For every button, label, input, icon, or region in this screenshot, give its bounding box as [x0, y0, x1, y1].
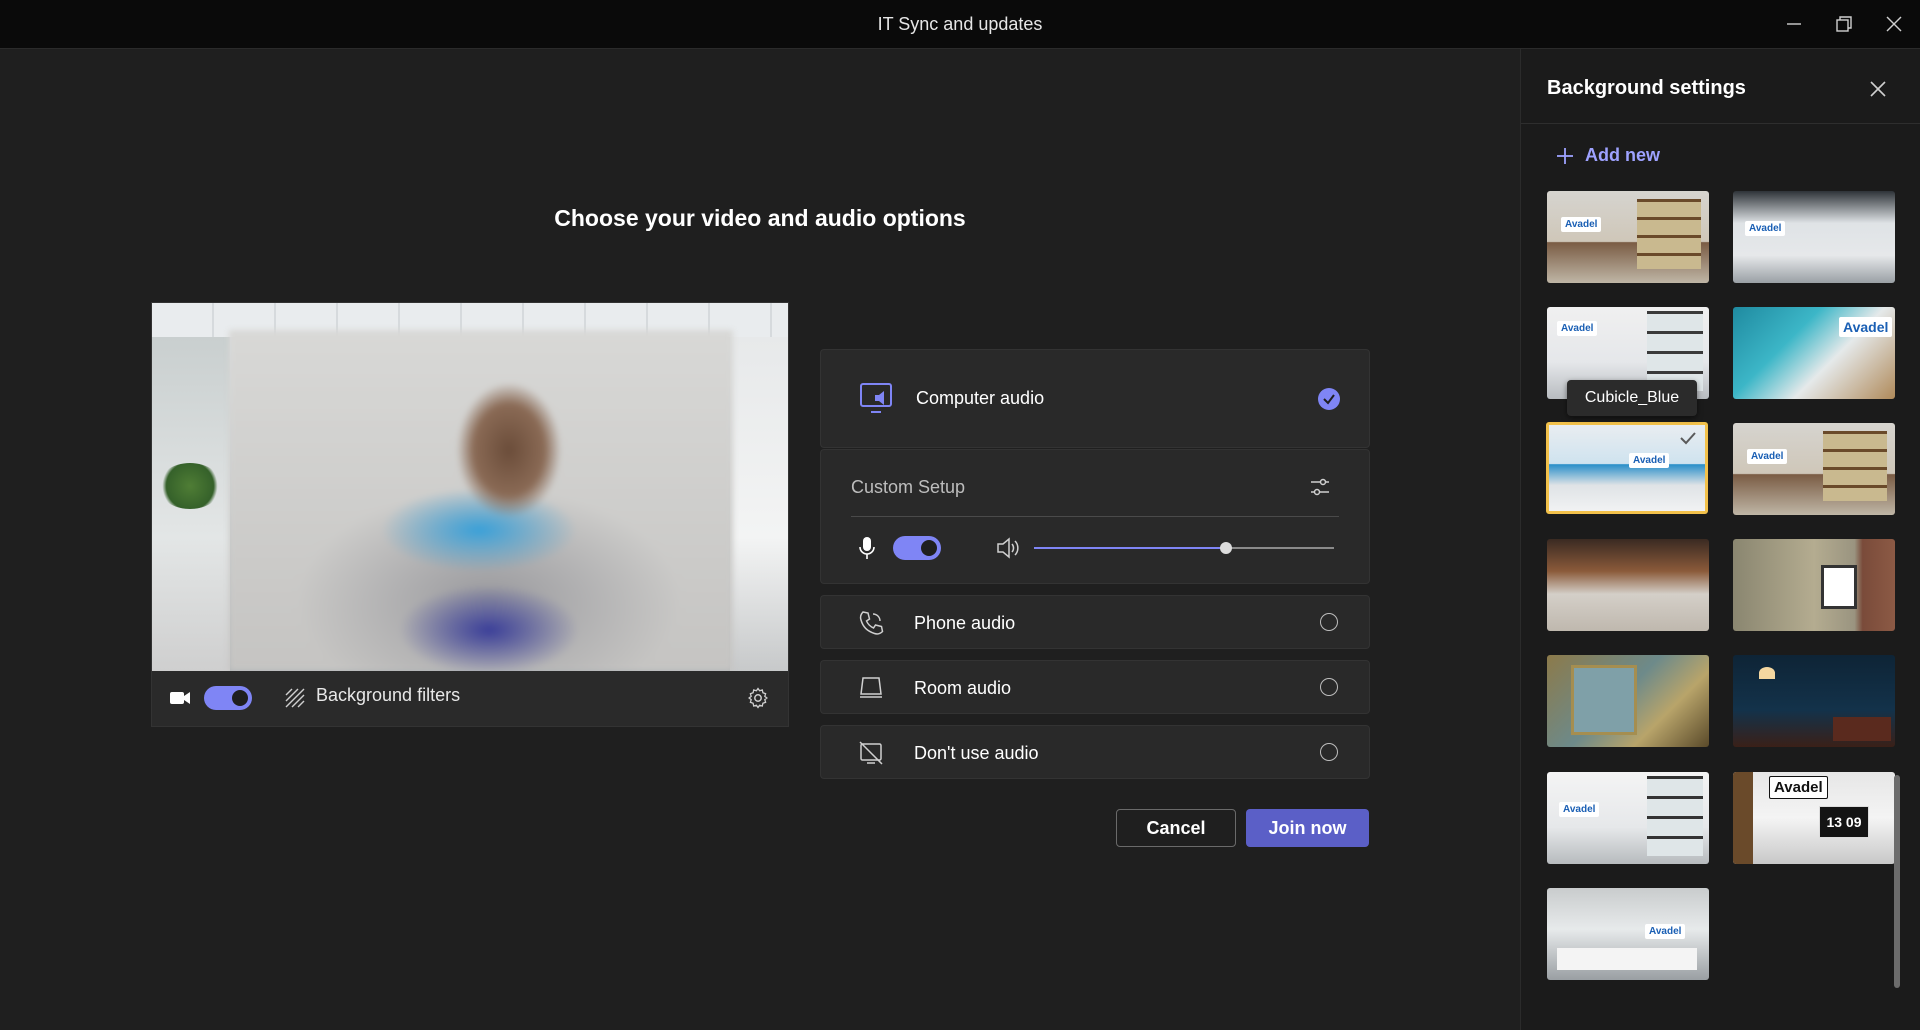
- computer-audio-icon: [859, 380, 895, 421]
- background-tooltip: Cubicle_Blue: [1567, 380, 1697, 416]
- custom-setup-divider: [851, 516, 1339, 517]
- custom-setup-card: Custom Setup: [820, 449, 1370, 584]
- background-thumbnail[interactable]: Avadel: [1733, 307, 1895, 399]
- speaker-icon: [995, 535, 1021, 566]
- logo-text: Avadel: [1839, 317, 1893, 337]
- phone-audio-option[interactable]: Phone audio: [820, 595, 1370, 649]
- window-title: IT Sync and updates: [877, 14, 1043, 34]
- shelf-graphic: [1647, 311, 1703, 391]
- clock-display: 13 09: [1819, 806, 1869, 838]
- camera-icon: [168, 686, 192, 710]
- computer-audio-option[interactable]: Computer audio: [820, 349, 1370, 448]
- add-new-label: Add new: [1585, 145, 1660, 165]
- room-audio-option[interactable]: Room audio: [820, 660, 1370, 714]
- background-plant: [158, 463, 222, 509]
- table-graphic: [1557, 948, 1697, 970]
- room-audio-label: Room audio: [914, 678, 1012, 698]
- logo-text: Avadel: [1747, 449, 1788, 464]
- shelf-graphic: [1733, 772, 1753, 864]
- restore-button[interactable]: [1820, 0, 1868, 48]
- background-filters-icon[interactable]: [284, 687, 306, 709]
- lamp-graphic: [1759, 667, 1775, 679]
- background-thumbnail-selected[interactable]: Avadel: [1546, 422, 1708, 514]
- microphone-toggle[interactable]: [893, 536, 941, 560]
- camera-toggle[interactable]: [204, 686, 252, 710]
- logo-text: Avadel: [1559, 802, 1600, 817]
- blurred-person: [229, 330, 733, 671]
- no-audio-label: Don't use audio: [914, 743, 1039, 763]
- panel-title: Background settings: [1547, 77, 1746, 99]
- background-filters-button[interactable]: Background filters: [316, 685, 460, 706]
- panel-close-button[interactable]: [1866, 77, 1890, 101]
- window-graphic: [1571, 665, 1637, 735]
- phone-icon: [857, 609, 885, 642]
- phone-audio-label: Phone audio: [914, 613, 1016, 633]
- room-audio-icon: [857, 674, 885, 707]
- logo-text: Avadel: [1561, 217, 1602, 232]
- logo-text: Avadel: [1645, 924, 1686, 939]
- settings-gear-icon[interactable]: [746, 686, 770, 710]
- background-thumbnail[interactable]: Avadel: [1547, 888, 1709, 980]
- background-office-right: [730, 337, 788, 671]
- selected-check-icon: [1680, 432, 1696, 445]
- logo-text: Avadel: [1557, 321, 1598, 336]
- background-thumbnail[interactable]: Avadel: [1733, 191, 1895, 283]
- logo-text: Avadel: [1629, 453, 1670, 468]
- background-thumbnail[interactable]: Avadel: [1547, 772, 1709, 864]
- background-thumbnail[interactable]: [1733, 655, 1895, 747]
- panel-divider: [1521, 123, 1920, 124]
- video-toolbar: Background filters: [152, 671, 788, 726]
- join-now-button[interactable]: Join now: [1246, 809, 1369, 847]
- room-audio-radio[interactable]: [1320, 678, 1338, 696]
- device-settings-icon[interactable]: [1308, 475, 1332, 504]
- shelf-graphic: [1637, 199, 1701, 269]
- no-audio-icon: [857, 739, 885, 772]
- close-icon: [1870, 81, 1886, 97]
- video-preview: [152, 303, 788, 671]
- microphone-icon: [858, 535, 876, 566]
- background-thumbnail[interactable]: [1547, 655, 1709, 747]
- plus-icon: [1557, 147, 1573, 164]
- logo-text: Avadel: [1769, 776, 1828, 799]
- custom-setup-label: Custom Setup: [851, 477, 966, 497]
- page-heading: Choose your video and audio options: [554, 205, 966, 231]
- frame-graphic: [1821, 565, 1857, 609]
- minimize-button[interactable]: [1770, 0, 1818, 48]
- panel-scrollbar[interactable]: [1894, 775, 1900, 988]
- speaker-volume-fill: [1034, 547, 1226, 549]
- background-thumbnail[interactable]: [1547, 539, 1709, 631]
- no-audio-radio[interactable]: [1320, 743, 1338, 761]
- close-window-button[interactable]: [1870, 0, 1918, 48]
- computer-audio-label: Computer audio: [916, 388, 1045, 408]
- speaker-volume-slider[interactable]: [1220, 542, 1232, 554]
- add-new-button[interactable]: Add new: [1555, 145, 1660, 166]
- background-thumbnail[interactable]: Avadel: [1733, 423, 1895, 515]
- logo-text: Avadel: [1745, 221, 1786, 236]
- background-thumbnail[interactable]: Avadel: [1547, 191, 1709, 283]
- selected-check-icon: [1318, 388, 1340, 410]
- shelf-graphic: [1647, 776, 1703, 856]
- background-thumbnail[interactable]: [1733, 539, 1895, 631]
- minimize-icon: [1787, 23, 1801, 25]
- sofa-graphic: [1833, 717, 1891, 741]
- background-filters-label: Background filters: [316, 685, 461, 705]
- background-thumbnail[interactable]: Avadel 13 09: [1733, 772, 1895, 864]
- video-preview-card: Background filters: [151, 302, 789, 727]
- cancel-button[interactable]: Cancel: [1116, 809, 1236, 847]
- no-audio-option[interactable]: Don't use audio: [820, 725, 1370, 779]
- background-settings-panel: Background settings Add new Avadel Avade…: [1520, 49, 1920, 1030]
- close-icon: [1886, 16, 1902, 32]
- title-bar: IT Sync and updates: [0, 0, 1920, 49]
- phone-audio-radio[interactable]: [1320, 613, 1338, 631]
- shelf-graphic: [1823, 431, 1887, 501]
- restore-icon: [1836, 16, 1852, 32]
